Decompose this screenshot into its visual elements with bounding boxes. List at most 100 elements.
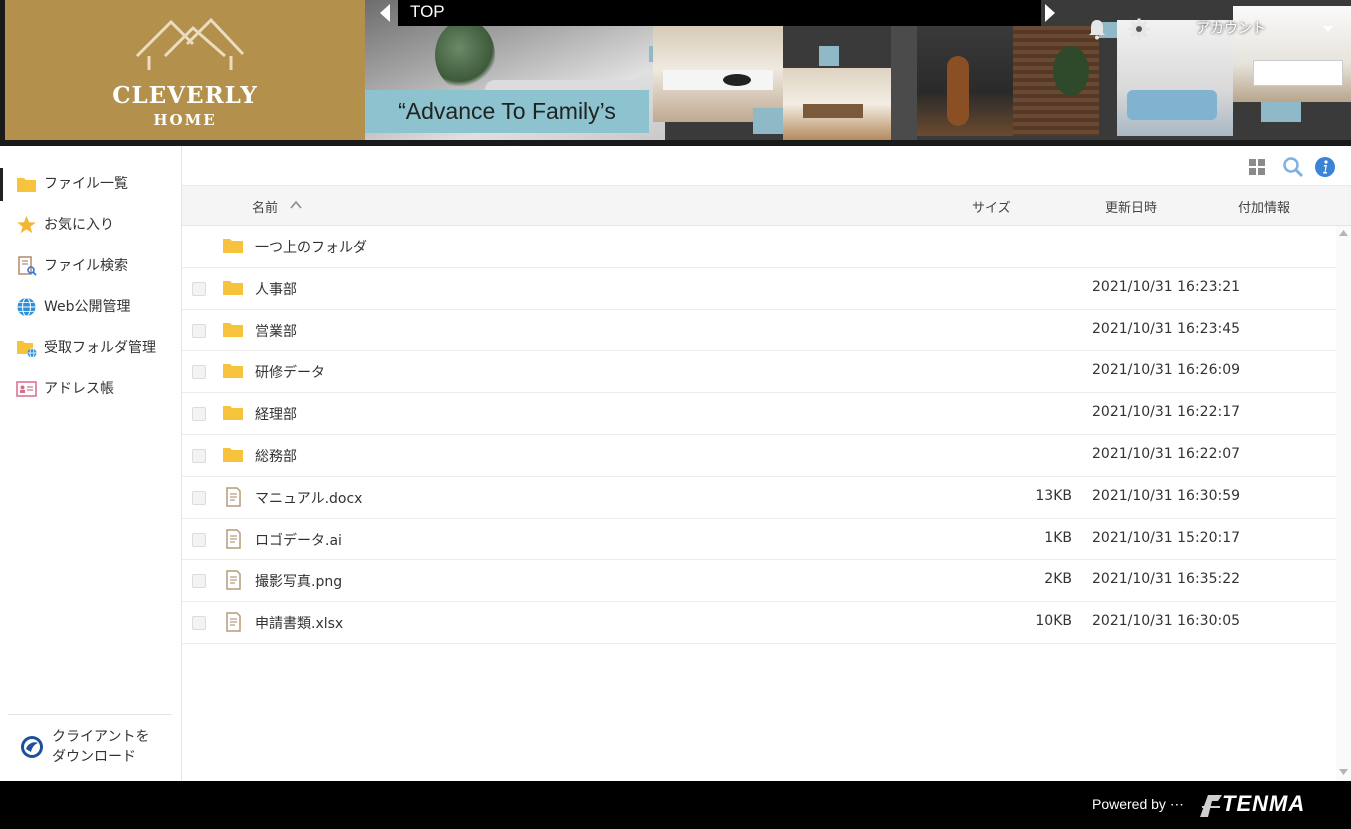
row-checkbox[interactable]: [192, 365, 206, 380]
document-icon: [226, 528, 241, 549]
sort-ascending-icon[interactable]: [290, 200, 302, 210]
table-row[interactable]: 人事部 2021/10/31 16:23:21: [182, 268, 1336, 310]
vertical-scrollbar[interactable]: [1336, 226, 1351, 781]
document-icon: [226, 612, 241, 632]
file-date: 2021/10/31 16:30:05: [1092, 613, 1241, 630]
column-size[interactable]: サイズ: [972, 197, 1011, 216]
toolbar: [182, 146, 1351, 186]
sidebar-item-favorites[interactable]: お気に入り: [0, 205, 181, 246]
table-row[interactable]: 総務部 2021/10/31 16:22:07: [182, 435, 1336, 477]
sidebar-item-label: アドレス帳: [44, 381, 114, 397]
wood-wall-photo: [1013, 26, 1099, 136]
chevron-down-icon[interactable]: [1322, 24, 1334, 34]
chevron-left-icon[interactable]: [378, 3, 392, 23]
column-extra-info[interactable]: 付加情報: [1238, 197, 1290, 216]
file-date: 2021/10/31 16:22:07: [1092, 445, 1241, 462]
file-list: 一つ上のフォルダ 人事部 2021/10/31 16:23:21 営業部 202…: [182, 226, 1336, 644]
row-checkbox[interactable]: [192, 616, 206, 631]
sidebar-item-inbox-folders[interactable]: 受取フォルダ管理: [0, 328, 181, 369]
table-row[interactable]: 営業部 2021/10/31 16:23:45: [182, 310, 1336, 352]
client-download-link[interactable]: クライアントを ダウンロード: [8, 714, 172, 767]
file-name[interactable]: 撮影写真.png: [255, 571, 342, 591]
powered-by-text: Powered by ⋯: [1092, 796, 1184, 812]
sidebar-item-label: ファイル検索: [44, 258, 128, 274]
file-date: 2021/10/31 16:22:17: [1092, 404, 1241, 421]
sidebar-item-file-list[interactable]: ファイル一覧: [0, 164, 181, 205]
file-name[interactable]: マニュアル.docx: [255, 488, 362, 508]
file-date: 2021/10/31 15:20:17: [1092, 529, 1241, 546]
house-logo-icon: [135, 17, 245, 70]
file-size: 1KB: [1044, 529, 1072, 546]
sidebar-item-address-book[interactable]: アドレス帳: [0, 369, 181, 410]
table-row[interactable]: 研修データ 2021/10/31 16:26:09: [182, 351, 1336, 394]
file-name[interactable]: 営業部: [255, 321, 297, 341]
tagline: “Advance To Family’s Smile”: [365, 90, 649, 146]
file-size: 13KB: [1035, 487, 1072, 504]
dining-photo: [783, 68, 891, 140]
row-checkbox[interactable]: [192, 448, 206, 463]
grid-view-icon[interactable]: [1248, 158, 1266, 176]
row-checkbox[interactable]: [192, 323, 206, 338]
bell-icon[interactable]: [1086, 18, 1108, 40]
file-name[interactable]: 経理部: [255, 404, 297, 424]
column-header: 名前 サイズ 更新日時 付加情報: [182, 186, 1351, 226]
file-browser: 名前 サイズ 更新日時 付加情報 一つ上のフォルダ 人事部 2021/10/31…: [182, 146, 1351, 781]
file-search-icon: [18, 256, 37, 276]
folder-icon: [223, 280, 243, 295]
sidebar-item-label: お気に入り: [44, 217, 114, 233]
sidebar-item-label: 受取フォルダ管理: [44, 340, 156, 356]
file-size: 10KB: [1035, 613, 1072, 630]
search-icon[interactable]: [1282, 156, 1304, 178]
globe-icon: [17, 297, 36, 317]
vendor-name: TENMA: [1222, 791, 1306, 816]
parent-folder-row[interactable]: 一つ上のフォルダ: [182, 226, 1336, 268]
file-date: 2021/10/31 16:23:21: [1092, 278, 1241, 295]
gear-icon[interactable]: [1128, 18, 1150, 40]
table-row[interactable]: 経理部 2021/10/31 16:22:17: [182, 393, 1336, 435]
file-name[interactable]: 総務部: [255, 446, 297, 466]
page-title-bar: TOP: [398, 0, 1041, 26]
scroll-down-icon[interactable]: [1339, 769, 1348, 775]
file-name[interactable]: ロゴデータ.ai: [255, 530, 342, 550]
folder-icon: [17, 178, 36, 192]
file-date: 2021/10/31 16:23:45: [1092, 320, 1241, 337]
client-app-icon: [21, 736, 43, 758]
folder-icon: [223, 322, 243, 337]
document-icon: [226, 487, 241, 507]
table-row[interactable]: マニュアル.docx 13KB 2021/10/31 16:30:59: [182, 477, 1336, 519]
client-download-line1: クライアントを: [52, 729, 150, 745]
file-date: 2021/10/31 16:30:59: [1092, 487, 1241, 504]
sidebar-item-file-search[interactable]: ファイル検索: [0, 246, 181, 287]
row-checkbox[interactable]: [192, 407, 206, 422]
table-row[interactable]: ロゴデータ.ai 1KB 2021/10/31 15:20:17: [182, 519, 1336, 561]
folder-icon: [223, 364, 243, 379]
row-checkbox[interactable]: [192, 532, 206, 547]
row-checkbox[interactable]: [192, 490, 206, 505]
info-icon[interactable]: [1314, 156, 1336, 178]
client-download-line2: ダウンロード: [52, 749, 136, 765]
brand-logo[interactable]: CLEVERLY HOME: [5, 0, 365, 140]
column-name[interactable]: 名前: [252, 197, 278, 216]
sidebar: ファイル一覧 お気に入り ファイル検索 Web公開管理 受取フォルダ管理 アドレ…: [0, 146, 182, 781]
file-size: 2KB: [1044, 571, 1072, 588]
table-row[interactable]: 撮影写真.png 2KB 2021/10/31 16:35:22: [182, 560, 1336, 603]
row-checkbox[interactable]: [192, 574, 206, 589]
account-menu[interactable]: アカウント: [1196, 18, 1266, 38]
file-date: 2021/10/31 16:35:22: [1092, 571, 1241, 588]
row-checkbox[interactable]: [192, 281, 206, 296]
table-row[interactable]: 申請書類.xlsx 10KB 2021/10/31 16:30:05: [182, 602, 1336, 644]
folder-icon: [223, 239, 243, 253]
sidebar-item-label: ファイル一覧: [44, 176, 128, 192]
file-name: 一つ上のフォルダ: [255, 240, 367, 256]
inbox-folder-icon: [17, 341, 37, 358]
chevron-right-icon[interactable]: [1043, 3, 1057, 23]
sidebar-item-web-publish[interactable]: Web公開管理: [0, 287, 181, 328]
column-date[interactable]: 更新日時: [1105, 197, 1157, 216]
star-icon: [17, 216, 36, 234]
page-title: TOP: [410, 2, 445, 21]
folder-icon: [223, 447, 243, 462]
scroll-up-icon[interactable]: [1339, 230, 1348, 236]
file-name[interactable]: 申請書類.xlsx: [255, 613, 343, 633]
file-name[interactable]: 人事部: [255, 279, 297, 299]
file-name[interactable]: 研修データ: [255, 362, 325, 382]
